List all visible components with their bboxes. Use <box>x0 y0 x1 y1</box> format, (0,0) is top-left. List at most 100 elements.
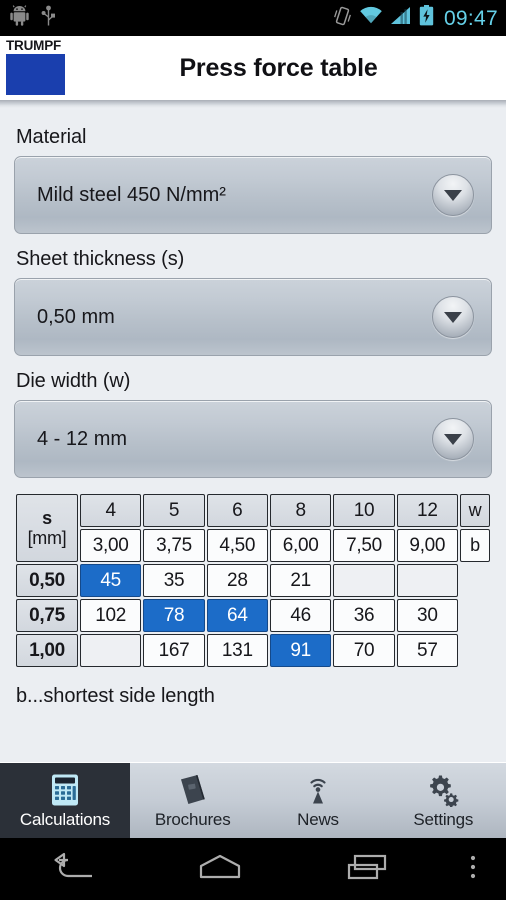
recents-icon <box>345 852 389 887</box>
usb-icon <box>41 5 56 32</box>
press-force-cell-r0-c0[interactable]: 45 <box>80 564 142 597</box>
book-icon <box>176 772 210 808</box>
press-force-cell-r1-c5[interactable]: 30 <box>396 599 458 632</box>
table-row: 0,75 102 78 64 46 36 30 <box>16 599 490 632</box>
table-row-spacer <box>460 564 490 597</box>
press-force-cell-r0-c3[interactable]: 21 <box>269 564 332 597</box>
material-dropdown-button[interactable] <box>432 174 474 216</box>
press-force-cell-r2-c1[interactable]: 167 <box>143 634 205 667</box>
chevron-down-icon <box>444 189 462 201</box>
sheet-thickness-spinner[interactable]: 0,50 mm <box>14 278 492 356</box>
main-content: Material Mild steel 450 N/mm² Sheet thic… <box>0 108 506 762</box>
android-navigation-bar <box>0 838 506 900</box>
table-b-value-4: 7,50 <box>333 529 395 562</box>
trumpf-logo: TRUMPF <box>0 36 65 100</box>
press-force-cell-r2-c4[interactable]: 70 <box>333 634 395 667</box>
table-header-die-width-4: 10 <box>333 494 395 527</box>
press-force-cell-r0-c2[interactable]: 28 <box>206 564 268 597</box>
press-force-cell-r2-c5[interactable]: 57 <box>396 634 458 667</box>
tab-label-calculations: Calculations <box>19 809 111 829</box>
cellular-signal-icon <box>390 6 412 30</box>
chevron-down-icon <box>444 433 462 445</box>
overflow-menu-icon <box>468 852 478 887</box>
corner-unit: [mm] <box>27 528 67 548</box>
status-bar-right-icons: 09:47 <box>333 5 498 31</box>
table-header-die-width-0: 4 <box>80 494 142 527</box>
die-width-label: Die width (w) <box>16 370 131 392</box>
phone-screen: 09:47 TRUMPF Press force table Material … <box>0 0 506 900</box>
nav-home-button[interactable] <box>147 852 294 887</box>
material-label: Material <box>16 126 87 148</box>
die-width-spinner[interactable]: 4 - 12 mm <box>14 400 492 478</box>
table-b-value-2: 4,50 <box>206 529 268 562</box>
die-width-value: 4 - 12 mm <box>37 427 128 450</box>
app-title-bar: TRUMPF Press force table <box>0 36 506 100</box>
status-bar-left-icons <box>10 5 56 32</box>
tab-label-settings: Settings <box>413 809 474 829</box>
press-force-cell-r1-c2[interactable]: 64 <box>206 599 268 632</box>
back-icon <box>51 852 95 887</box>
table-b-value-0: 3,00 <box>80 529 142 562</box>
nav-back-button[interactable] <box>0 852 147 887</box>
table-row: 1,00 167 131 91 70 57 <box>16 634 490 667</box>
press-force-cell-r2-c3[interactable]: 91 <box>269 634 332 667</box>
wifi-icon <box>359 6 383 30</box>
table-header-die-width-3: 8 <box>269 494 332 527</box>
table-header-die-width-1: 5 <box>143 494 205 527</box>
material-value: Mild steel 450 N/mm² <box>37 183 226 206</box>
table-row-label-2: 1,00 <box>16 634 78 667</box>
tab-brochures[interactable]: Brochures <box>130 763 255 838</box>
table-row-label-1: 0,75 <box>16 599 78 632</box>
sheet-thickness-value: 0,50 mm <box>37 305 115 328</box>
page-title: Press force table <box>179 53 378 82</box>
table-corner-cell: s [mm] <box>16 494 78 562</box>
tab-label-brochures: Brochures <box>154 809 231 829</box>
trumpf-wordmark: TRUMPF <box>6 38 62 53</box>
table-row: 0,50 45 35 28 21 <box>16 564 490 597</box>
vibrate-icon <box>333 6 352 31</box>
die-width-dropdown-button[interactable] <box>432 418 474 460</box>
table-header-row-b-values: 3,00 3,75 4,50 6,00 7,50 9,00 b <box>16 529 490 562</box>
nav-recents-button[interactable] <box>293 852 440 887</box>
table-b-label: b <box>460 529 490 562</box>
broadcast-tower-icon <box>301 772 335 808</box>
press-force-cell-r1-c0[interactable]: 102 <box>80 599 142 632</box>
table-row-label-0: 0,50 <box>16 564 78 597</box>
calculator-icon <box>48 772 82 808</box>
battery-charging-icon <box>419 5 434 31</box>
press-force-cell-r1-c4[interactable]: 36 <box>333 599 395 632</box>
table-row-spacer <box>460 599 490 632</box>
nav-overflow-button[interactable] <box>440 852 506 887</box>
trumpf-logo-box <box>6 54 65 95</box>
table-header-die-width-2: 6 <box>206 494 268 527</box>
chevron-down-icon <box>444 311 462 323</box>
press-force-cell-r2-c0 <box>80 634 142 667</box>
title-bar-shadow <box>0 100 506 108</box>
press-force-cell-r1-c3[interactable]: 46 <box>269 599 332 632</box>
status-bar-clock: 09:47 <box>443 6 498 30</box>
corner-symbol: s <box>42 508 52 528</box>
press-force-cell-r1-c1[interactable]: 78 <box>143 599 205 632</box>
table-w-label: w <box>460 494 490 527</box>
home-icon <box>197 852 243 887</box>
table-legend: b...shortest side length <box>16 685 215 707</box>
tab-calculations[interactable]: Calculations <box>0 763 130 838</box>
tab-label-news: News <box>297 809 339 829</box>
press-force-cell-r0-c1[interactable]: 35 <box>143 564 205 597</box>
press-force-table: s [mm] 4 5 6 8 10 12 w 3,00 3,75 4,50 6,00 7,50 9,00 b 0… <box>14 492 492 669</box>
table-b-value-1: 3,75 <box>143 529 205 562</box>
press-force-cell-r0-c4 <box>333 564 395 597</box>
android-status-bar: 09:47 <box>0 0 506 36</box>
tab-settings[interactable]: Settings <box>381 763 506 838</box>
table-b-value-3: 6,00 <box>269 529 332 562</box>
table-header-die-width-5: 12 <box>396 494 458 527</box>
sheet-thickness-dropdown-button[interactable] <box>432 296 474 338</box>
material-spinner[interactable]: Mild steel 450 N/mm² <box>14 156 492 234</box>
press-force-cell-r0-c5 <box>396 564 458 597</box>
tab-news[interactable]: News <box>255 763 380 838</box>
sheet-thickness-label: Sheet thickness (s) <box>16 248 185 270</box>
bottom-tab-bar: Calculations Brochures News Settings <box>0 762 506 838</box>
press-force-cell-r2-c2[interactable]: 131 <box>206 634 268 667</box>
table-row-spacer <box>460 634 490 667</box>
android-robot-icon <box>10 5 29 31</box>
